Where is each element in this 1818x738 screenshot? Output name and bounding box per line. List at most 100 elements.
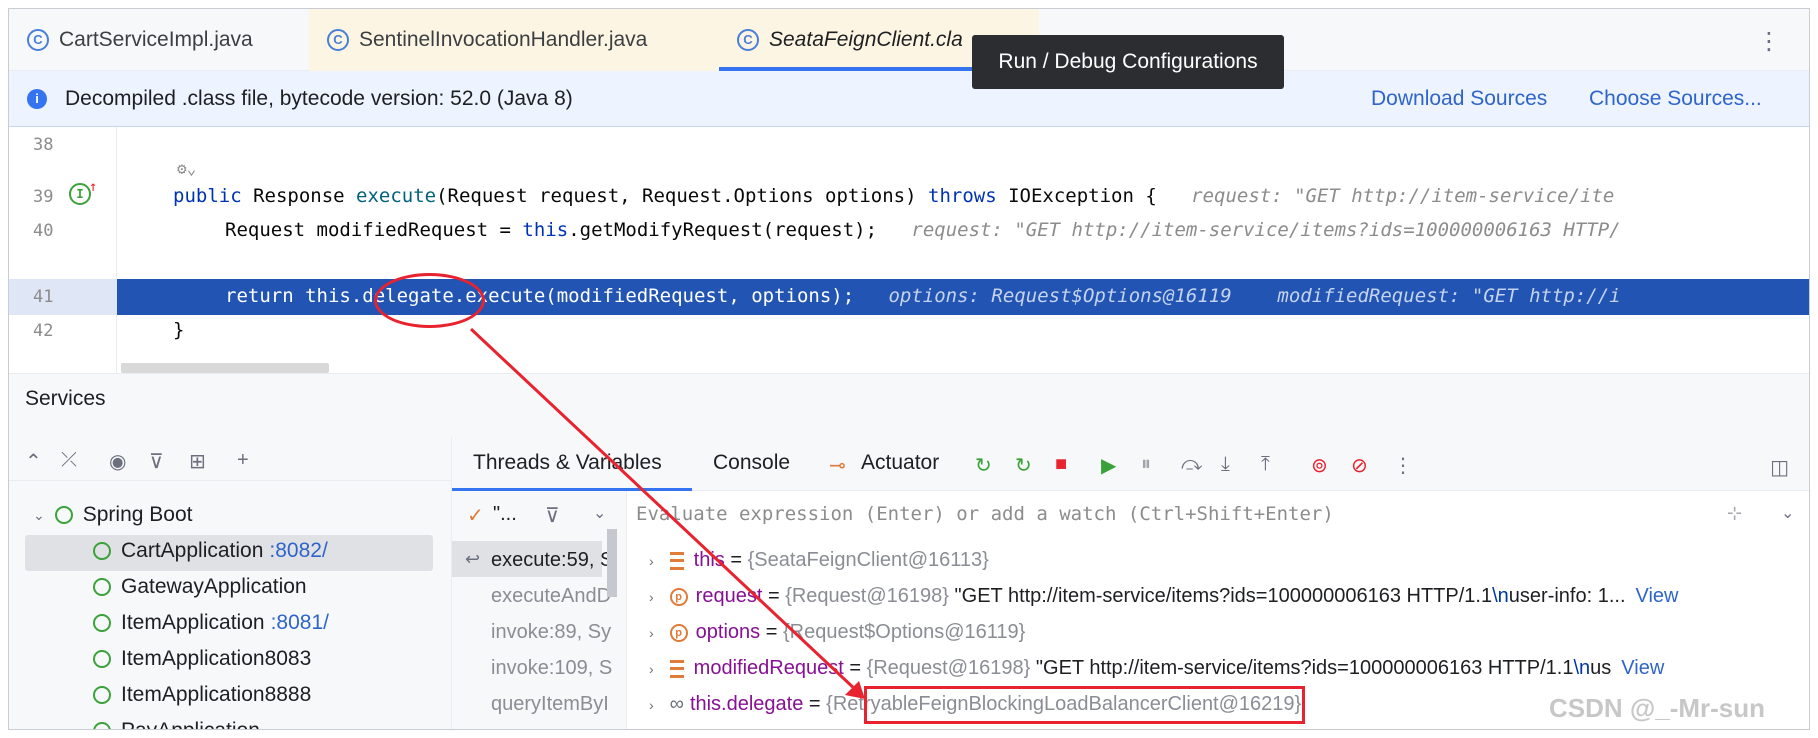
highlight-box-annotation: [864, 686, 1305, 724]
tab-cartserviceimpl[interactable]: C CartServiceImpl.java: [9, 9, 309, 71]
check-icon: ✓: [467, 505, 484, 527]
spring-boot-icon: [93, 722, 111, 729]
chevron-right-icon[interactable]: ›: [649, 661, 654, 677]
chevron-right-icon[interactable]: ›: [649, 625, 654, 641]
class-icon: C: [737, 29, 759, 51]
actuator-icon: ⊸: [829, 455, 846, 477]
ide-window: C CartServiceImpl.java C SentinelInvocat…: [8, 8, 1810, 730]
tree-item-application[interactable]: ItemApplication:8081/: [93, 611, 329, 635]
add-watch-icon[interactable]: ⊹: [1727, 503, 1742, 524]
frame-item[interactable]: executeAndD: [491, 585, 611, 608]
tab-console[interactable]: Console: [713, 451, 790, 475]
new-service-icon[interactable]: ⊞: [189, 449, 206, 474]
frame-item[interactable]: invoke:109, S: [491, 657, 612, 680]
line-gutter: [9, 127, 117, 373]
tree-pay-application[interactable]: PayApplication: [93, 719, 260, 729]
port-link[interactable]: :8081/: [271, 611, 329, 635]
variable-modified-request[interactable]: › modifiedRequest = {Request@16198} "GET…: [649, 657, 1664, 680]
choose-sources-link[interactable]: Choose Sources...: [1589, 87, 1762, 111]
tab-actuator[interactable]: Actuator: [861, 451, 939, 475]
gutter-current-line: [9, 279, 117, 315]
rerun-debug-icon[interactable]: ↻: [1015, 453, 1032, 478]
layout-icon[interactable]: ◫: [1770, 455, 1789, 480]
step-over-icon[interactable]: ⤼: [1181, 453, 1202, 476]
frames-scrollbar[interactable]: [607, 529, 617, 597]
add-icon[interactable]: +: [237, 449, 249, 472]
tree-item-application-8888[interactable]: ItemApplication8888: [93, 683, 311, 707]
view-link[interactable]: View: [1636, 585, 1679, 608]
class-icon: C: [27, 29, 49, 51]
line-number: 39: [33, 187, 54, 207]
debug-bug-icon: [93, 614, 111, 632]
horizontal-scrollbar[interactable]: [121, 363, 329, 373]
implements-icon[interactable]: I: [69, 183, 91, 205]
parameter-icon: p: [669, 587, 688, 606]
annotation-icon[interactable]: ⚙⌄: [177, 159, 196, 178]
tab-label: SeataFeignClient.cla: [769, 28, 963, 51]
decompiled-banner: i Decompiled .class file, bytecode versi…: [9, 71, 1809, 127]
download-sources-link[interactable]: Download Sources: [1371, 87, 1547, 111]
tab-label: SentinelInvocationHandler.java: [359, 28, 648, 51]
more-icon[interactable]: ⋮: [1393, 453, 1413, 478]
return-icon: ↩: [465, 549, 481, 569]
view-breakpoints-icon[interactable]: ⊚: [1311, 453, 1328, 478]
expand-all-icon[interactable]: ⌃: [25, 449, 42, 474]
line-number: 41: [33, 287, 54, 307]
debug-bug-icon: [93, 542, 111, 560]
chevron-right-icon[interactable]: ›: [649, 697, 654, 713]
tab-threads-variables[interactable]: Threads & Variables: [473, 451, 662, 475]
view-link[interactable]: View: [1621, 657, 1664, 680]
line-number: 38: [33, 135, 54, 155]
class-icon: C: [327, 29, 349, 51]
frame-item[interactable]: queryItemByI: [491, 693, 609, 716]
tab-label: CartServiceImpl.java: [59, 28, 253, 51]
tab-sentinelinvocationhandler[interactable]: C SentinelInvocationHandler.java: [309, 9, 719, 71]
variable-request[interactable]: › p request = {Request@16198} "GET http:…: [649, 585, 1679, 608]
chevron-right-icon[interactable]: ›: [649, 589, 654, 605]
parameter-icon: p: [669, 623, 688, 642]
line-number: 40: [33, 221, 54, 241]
filter-icon[interactable]: ⊽: [545, 503, 560, 528]
services-title: Services: [25, 387, 106, 410]
collapse-all-icon[interactable]: ⤫: [61, 449, 77, 472]
chevron-down-icon[interactable]: ⌄: [1781, 503, 1794, 523]
frame-item[interactable]: execute:59, S: [491, 549, 613, 572]
pause-icon[interactable]: ⏸: [1141, 453, 1151, 476]
filter-icon[interactable]: ⊽: [149, 449, 164, 474]
rerun-icon[interactable]: ↻: [975, 453, 992, 478]
mute-breakpoints-icon[interactable]: ⊘: [1351, 453, 1368, 478]
watch-icon: ∞: [669, 693, 684, 715]
port-link[interactable]: :8082/: [269, 539, 327, 563]
stop-icon[interactable]: ■: [1055, 453, 1067, 476]
chevron-right-icon[interactable]: ›: [649, 553, 654, 569]
banner-text: Decompiled .class file, bytecode version…: [65, 86, 573, 110]
step-into-icon[interactable]: ⤓: [1221, 453, 1230, 476]
step-out-icon[interactable]: ⤒: [1261, 453, 1270, 476]
more-options-icon[interactable]: ⋮: [1757, 27, 1781, 56]
variable-this[interactable]: › this = {SeataFeignClient@16113}: [649, 549, 989, 572]
chevron-down-icon[interactable]: ⌄: [593, 503, 606, 523]
tree-item-application-8083[interactable]: ItemApplication8083: [93, 647, 311, 671]
tooltip: Run / Debug Configurations: [972, 35, 1284, 89]
tree-cart-application[interactable]: CartApplication:8082/: [93, 539, 328, 563]
field-icon: [669, 659, 684, 678]
code-line-39: public Response execute(Request request,…: [173, 185, 1615, 207]
highlight-oval-annotation: [374, 273, 485, 328]
info-icon: i: [27, 88, 47, 109]
tree-spring-boot[interactable]: ⌄ Spring Boot: [33, 503, 192, 527]
eye-icon[interactable]: ◉: [109, 449, 126, 474]
code-editor[interactable]: 38 ⚙⌄ 39 I ↑ public Response execute(Req…: [9, 127, 1809, 373]
editor-tab-bar: C CartServiceImpl.java C SentinelInvocat…: [9, 9, 1809, 71]
spring-boot-icon: [93, 686, 111, 704]
evaluate-expression-input[interactable]: Evaluate expression (Enter) or add a wat…: [636, 503, 1334, 525]
resume-icon[interactable]: ▶: [1101, 453, 1116, 478]
tree-gateway-application[interactable]: GatewayApplication: [93, 575, 307, 599]
frame-item[interactable]: invoke:89, Sy: [491, 621, 611, 644]
thread-selector[interactable]: "...: [493, 503, 517, 526]
chevron-down-icon: ⌄: [33, 506, 45, 523]
field-icon: [669, 551, 684, 570]
watermark: CSDN @_-Mr-sun: [1549, 693, 1766, 723]
variable-options[interactable]: › p options = {Request$Options@16119}: [649, 621, 1025, 644]
code-line-40: Request modifiedRequest = this.getModify…: [225, 219, 1621, 241]
override-arrow-icon: ↑: [89, 179, 98, 195]
